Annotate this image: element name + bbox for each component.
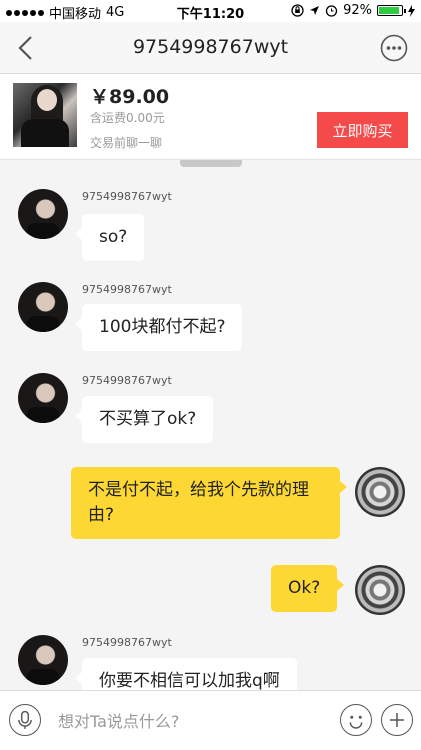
- status-right: 92%: [291, 3, 415, 18]
- message-bubble[interactable]: Ok?: [271, 565, 345, 612]
- alarm-icon: [325, 5, 338, 17]
- page-title: 9754998767wyt: [132, 36, 289, 58]
- avatar[interactable]: [18, 282, 68, 332]
- message-bubble[interactable]: so?: [74, 214, 145, 261]
- avatar[interactable]: [18, 635, 68, 685]
- product-card[interactable]: ￥89.00 含运费0.00元 交易前聊一聊 立即购买: [0, 74, 421, 160]
- pull-handle[interactable]: [180, 160, 242, 167]
- product-price: ￥89.00: [90, 86, 170, 108]
- shipping-fee: 含运费0.00元: [90, 111, 165, 125]
- chat-note: 交易前聊一聊: [90, 136, 163, 150]
- lock-rotation-icon: [291, 4, 304, 17]
- emoji-icon[interactable]: [340, 704, 372, 736]
- message-bubble[interactable]: 不买算了ok?: [74, 396, 214, 443]
- status-bar: 中国移动 4G 下午11:20 92%: [0, 0, 421, 22]
- nav-bar: 9754998767wyt: [0, 22, 421, 74]
- avatar[interactable]: [18, 373, 68, 423]
- plus-icon[interactable]: [381, 704, 413, 736]
- ellipsis-circle-icon[interactable]: [380, 34, 408, 62]
- sender-name: 9754998767wyt: [82, 636, 172, 649]
- product-image[interactable]: [13, 83, 77, 147]
- sender-name: 9754998767wyt: [82, 374, 172, 387]
- sender-name: 9754998767wyt: [82, 283, 172, 296]
- buy-now-button[interactable]: 立即购买: [317, 112, 408, 148]
- battery-percent: 92%: [343, 3, 372, 18]
- avatar[interactable]: [355, 565, 405, 615]
- avatar[interactable]: [355, 467, 405, 517]
- microphone-icon[interactable]: [9, 704, 41, 736]
- location-arrow-icon: [310, 6, 320, 15]
- message-bubble[interactable]: 不是付不起，给我个先款的理由?: [71, 467, 347, 539]
- input-bar: [0, 690, 421, 750]
- message-input[interactable]: [58, 707, 318, 735]
- battery-icon: [377, 5, 406, 16]
- charging-bolt-icon: [408, 4, 415, 17]
- avatar[interactable]: [18, 189, 68, 239]
- sender-name: 9754998767wyt: [82, 190, 172, 203]
- message-bubble[interactable]: 100块都付不起?: [74, 304, 243, 351]
